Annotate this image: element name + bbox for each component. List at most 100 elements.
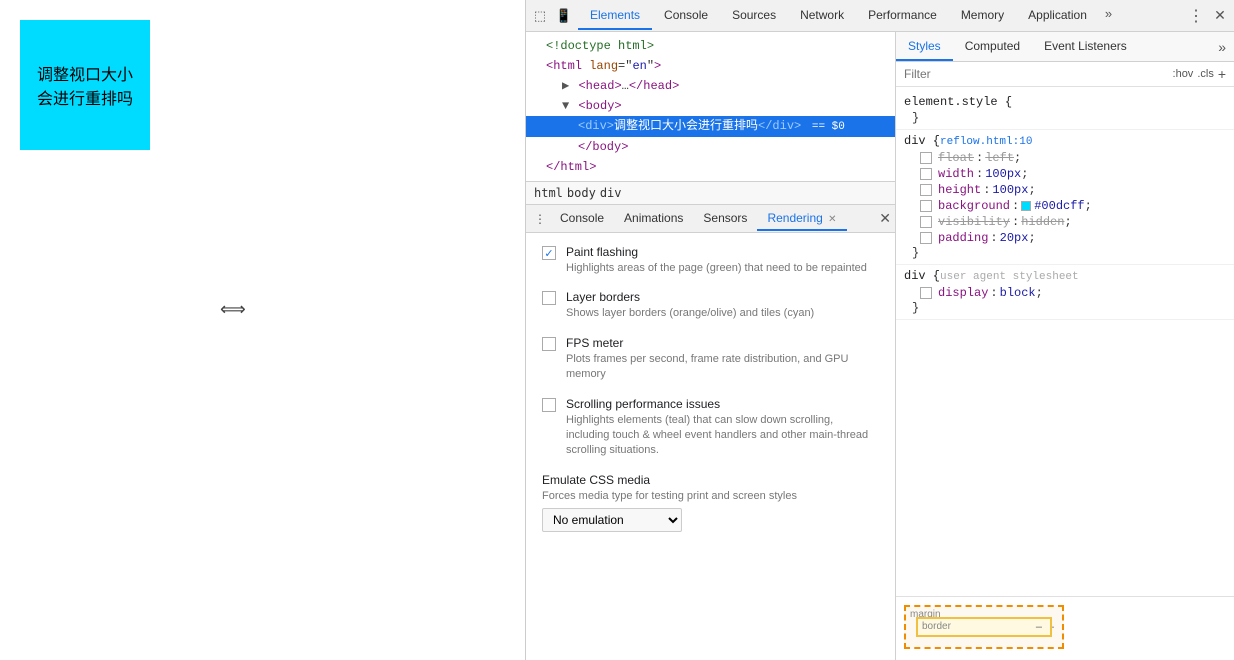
rendering-content: Paint flashing Highlights areas of the p… <box>526 233 895 558</box>
tab-console[interactable]: Console <box>652 2 720 30</box>
div-source[interactable]: reflow.html:10 <box>940 136 1032 148</box>
close-devtools-icon[interactable]: ✕ <box>1210 6 1230 26</box>
bottom-panel-menu-icon[interactable]: ⋮ <box>530 209 550 229</box>
display-prop-checkbox[interactable] <box>920 287 932 299</box>
rendering-tab-close[interactable]: ✕ <box>828 214 836 225</box>
styles-tab-event-listeners[interactable]: Event Listeners <box>1032 33 1139 61</box>
dom-line-head[interactable]: ▶ <head>…</head> <box>526 76 895 96</box>
styles-filter-bar: :hov .cls + <box>896 62 1234 87</box>
width-prop-value: 100px <box>985 167 1021 181</box>
bg-prop-name: background <box>938 199 1010 213</box>
prop-row-float: float : left ; <box>904 150 1226 166</box>
bg-prop-checkbox[interactable] <box>920 200 932 212</box>
bottom-tabs-bar: ⋮ Console Animations Sensors Rendering ✕… <box>526 205 895 233</box>
padding-prop-checkbox[interactable] <box>920 232 932 244</box>
styles-panel: Styles Computed Event Listeners » :hov .… <box>896 32 1234 660</box>
breadcrumb-bar: html body div <box>526 181 895 204</box>
styles-tabs: Styles Computed Event Listeners » <box>896 32 1234 62</box>
div-rule-close: } <box>904 246 1226 260</box>
height-prop-value: 100px <box>992 183 1028 197</box>
bottom-panel-close-icon[interactable]: ✕ <box>879 210 891 227</box>
left-column: <!doctype html> <html lang="en"> ▶ <head… <box>526 32 896 660</box>
scrolling-perf-title: Scrolling performance issues <box>566 397 879 411</box>
layer-borders-title: Layer borders <box>566 290 879 304</box>
devtools-icons: ⬚ 📱 <box>530 6 574 26</box>
bg-color-swatch[interactable] <box>1021 201 1031 211</box>
bottom-panel: ⋮ Console Animations Sensors Rendering ✕… <box>526 204 895 660</box>
breadcrumb-html[interactable]: html <box>534 186 563 200</box>
prop-row-background: background : #00dcff ; <box>904 198 1226 214</box>
bottom-tab-animations[interactable]: Animations <box>614 207 693 231</box>
style-rule-useragent: div { user agent stylesheet display : bl… <box>896 265 1234 320</box>
style-rule-div: div { reflow.html:10 float : left ; <box>896 130 1234 265</box>
visibility-prop-value: hidden <box>1021 215 1064 229</box>
element-style-close: } <box>904 111 1226 125</box>
devtools-panel: ⬚ 📱 Elements Console Sources Network Per… <box>525 0 1234 660</box>
pseudo-states-button[interactable]: :hov <box>1173 68 1194 80</box>
eq-marker: == $0 <box>805 121 845 133</box>
inspect-icon[interactable]: ⬚ <box>530 6 550 26</box>
bottom-tab-sensors[interactable]: Sensors <box>693 207 757 231</box>
float-prop-checkbox[interactable] <box>920 152 932 164</box>
body-tag: <body> <box>578 99 621 113</box>
head-triangle[interactable]: ▶ <box>562 79 569 93</box>
rendering-item-layer: Layer borders Shows layer borders (orang… <box>542 290 879 321</box>
more-options-icon[interactable]: ⋮ <box>1186 6 1206 26</box>
cls-button[interactable]: .cls <box>1197 68 1214 80</box>
style-rule-element: element.style { } <box>896 91 1234 130</box>
scrolling-perf-checkbox[interactable] <box>542 398 556 412</box>
breadcrumb-body[interactable]: body <box>567 186 596 200</box>
height-prop-checkbox[interactable] <box>920 184 932 196</box>
emulate-title: Emulate CSS media <box>542 473 879 487</box>
bg-prop-value[interactable]: #00dcff <box>1021 199 1084 213</box>
dom-line-body-close: </body> <box>526 137 895 157</box>
styles-filter-input[interactable] <box>904 67 1169 81</box>
styles-tab-styles[interactable]: Styles <box>896 33 953 61</box>
body-triangle[interactable]: ▼ <box>562 99 569 113</box>
styles-content: element.style { } div { reflow.html:10 <box>896 87 1234 596</box>
tab-application[interactable]: Application <box>1016 2 1099 30</box>
layer-borders-checkbox[interactable] <box>542 291 556 305</box>
prop-row-height: height : 100px ; <box>904 182 1226 198</box>
width-prop-checkbox[interactable] <box>920 168 932 180</box>
bottom-tab-console[interactable]: Console <box>550 207 614 231</box>
tab-elements[interactable]: Elements <box>578 2 652 30</box>
element-style-selector: element.style { <box>904 95 1012 109</box>
emulate-select[interactable]: No emulation print screen <box>542 508 682 532</box>
device-icon[interactable]: 📱 <box>554 6 574 26</box>
dom-line-body[interactable]: ▼ <body> <box>526 96 895 116</box>
breadcrumb-div[interactable]: div <box>600 186 622 200</box>
devtools-topbar: ⬚ 📱 Elements Console Sources Network Per… <box>526 0 1234 32</box>
tab-performance[interactable]: Performance <box>856 2 949 30</box>
more-tabs-button[interactable]: » <box>1099 2 1118 30</box>
dom-line-div-selected[interactable]: <div>调整视口大小会进行重排吗</div> == $0 <box>526 116 895 137</box>
styles-tab-computed[interactable]: Computed <box>953 33 1032 61</box>
tab-memory[interactable]: Memory <box>949 2 1016 30</box>
resize-handle[interactable]: ⟺ <box>220 299 246 320</box>
style-rule-element-header: element.style { <box>904 95 1226 111</box>
scrolling-perf-texts: Scrolling performance issues Highlights … <box>566 397 879 459</box>
paint-flashing-texts: Paint flashing Highlights areas of the p… <box>566 245 879 276</box>
box-model-diagram: margin – border – <box>904 605 1064 649</box>
ua-source: user agent stylesheet <box>940 271 1079 283</box>
elements-panel: <!doctype html> <html lang="en"> ▶ <head… <box>526 32 896 204</box>
bottom-tab-rendering[interactable]: Rendering ✕ <box>757 207 846 231</box>
tab-sources[interactable]: Sources <box>720 2 788 30</box>
fps-meter-checkbox[interactable] <box>542 337 556 351</box>
dom-line-html-close: </html> <box>526 157 895 177</box>
padding-prop-value: 20px <box>1000 231 1029 245</box>
visibility-prop-name: visibility <box>938 215 1010 229</box>
ua-selector: div { <box>904 269 940 283</box>
dom-line-html: <html lang="en"> <box>526 56 895 76</box>
paint-flashing-checkbox[interactable] <box>542 246 556 260</box>
tab-network[interactable]: Network <box>788 2 856 30</box>
div-content: 调整视口大小会进行重排吗 <box>614 119 758 133</box>
devtools-main: <!doctype html> <html lang="en"> ▶ <head… <box>526 32 1234 660</box>
styles-more-button[interactable]: » <box>1210 35 1234 59</box>
html-tag-open: <html <box>546 59 589 73</box>
paint-flashing-desc: Highlights areas of the page (green) tha… <box>566 261 879 276</box>
fps-meter-title: FPS meter <box>566 336 879 350</box>
new-style-rule-button[interactable]: + <box>1218 66 1226 82</box>
visibility-prop-checkbox[interactable] <box>920 216 932 228</box>
prop-row-padding: padding : 20px ; <box>904 230 1226 246</box>
